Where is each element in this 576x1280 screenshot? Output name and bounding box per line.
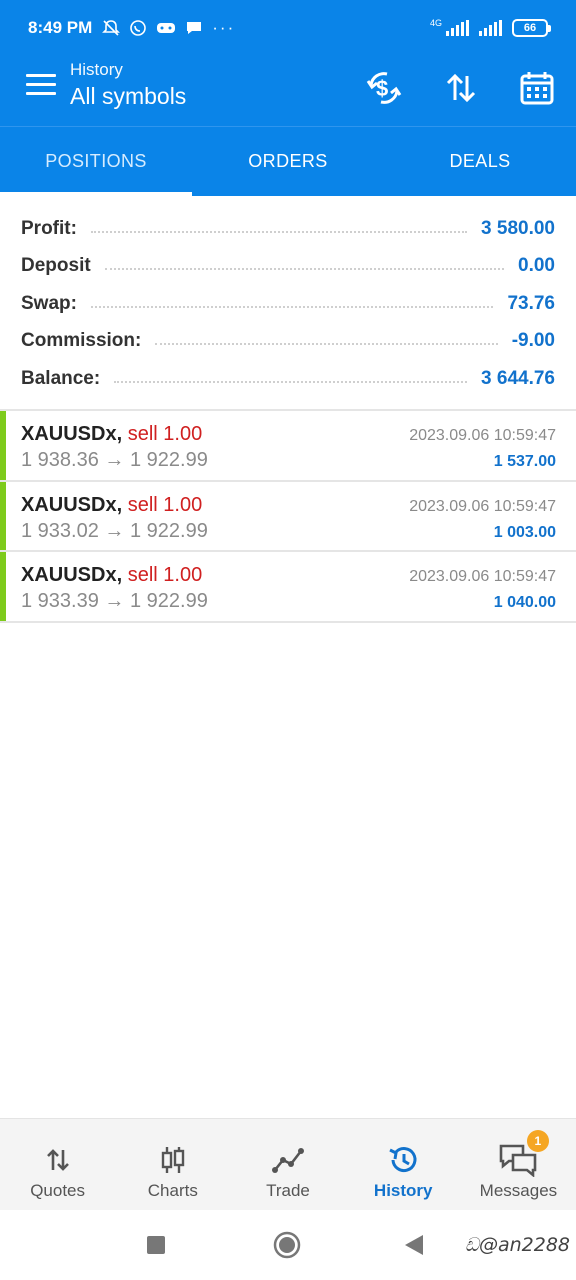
app-bar: History All symbols $ [0,56,576,126]
summary-value: -9.00 [511,330,555,352]
home-icon[interactable] [273,1231,301,1259]
list-item[interactable]: XAUUSDx, sell 1.00 1 938.36 → 1 922.99 2… [0,411,576,482]
tab-deals[interactable]: DEALS [384,127,576,196]
signal-icon [446,20,469,36]
recent-apps-icon[interactable] [146,1235,166,1255]
svg-text:$: $ [376,76,388,101]
list-item[interactable]: XAUUSDx, sell 1.00 1 933.02 → 1 922.99 2… [0,481,576,552]
summary-row-balance: Balance: 3 644.76 [21,360,555,398]
charts-icon [159,1143,187,1177]
summary-label: Profit: [21,217,77,239]
nav-quotes[interactable]: Quotes [0,1119,115,1210]
status-right: 4G 66 [429,18,551,38]
currency-exchange-icon[interactable]: $ [364,68,404,108]
nav-label: Messages [479,1181,558,1200]
nav-label: Quotes [30,1181,85,1200]
deal-title: XAUUSDx, sell 1.00 [21,564,202,587]
calendar-icon[interactable] [517,68,557,108]
more-icon: ··· [212,18,236,37]
deal-prices: 1 933.02 → 1 922.99 [21,519,208,542]
summary-value: 3 644.76 [481,367,555,389]
deal-list: XAUUSDx, sell 1.00 1 938.36 → 1 922.99 2… [0,409,576,623]
deal-time: 2023.09.06 10:59:47 [409,497,556,515]
unread-badge: 1 [526,1130,549,1152]
status-bar: 8:49 PM ··· 4G 66 [0,0,576,56]
leader-dots [155,343,498,346]
leader-dots [114,380,468,383]
deal-time: 2023.09.06 10:59:47 [409,568,556,585]
deal-symbol: XAUUSDx, [21,423,123,445]
deal-title: XAUUSDx, sell 1.00 [21,494,202,517]
summary-row-commission: Commission: -9.00 [21,323,555,361]
deal-title: XAUUSDx, sell 1.00 [21,423,202,446]
sort-icon[interactable] [441,68,481,108]
summary-value: 0.00 [518,255,555,277]
tab-orders[interactable]: ORDERS [192,127,384,196]
whatsapp-icon [130,20,147,36]
trade-icon [272,1143,304,1177]
nav-label: Charts [147,1181,198,1200]
nav-charts[interactable]: Charts [115,1119,230,1210]
game-icon [157,23,176,33]
page-title[interactable]: All symbols [70,83,186,110]
leader-dots [90,305,494,308]
deal-prices: 1 938.36 → 1 922.99 [21,449,208,471]
nav-history[interactable]: History [346,1119,461,1210]
summary-value: 3 580.00 [481,217,555,239]
system-nav-bar: ඩ@an2288 [0,1210,576,1280]
chat-icon [187,22,202,34]
deal-side: sell 1.00 [127,493,203,516]
summary-label: Swap: [21,292,77,314]
deal-symbol: XAUUSDx, [21,493,123,516]
bottom-nav: Quotes Charts Trade History 1 Messages [0,1118,576,1210]
signal-icon-2 [479,20,502,36]
leader-dots [104,268,505,271]
status-notification-icons: ··· [102,18,235,38]
summary-row-profit: Profit: 3 580.00 [21,210,555,248]
summary-label: Deposit [21,255,91,277]
deal-time: 2023.09.06 10:59:47 [409,427,556,444]
deal-side: sell 1.00 [127,423,203,445]
nav-trade[interactable]: Trade [230,1119,345,1210]
page-subtitle: History [70,60,123,79]
summary-row-deposit: Deposit 0.00 [21,248,555,286]
summary-label: Commission: [21,330,142,352]
screen: 8:49 PM ··· 4G 66 History All symbols $ [0,0,576,1280]
network-type: 4G [429,18,442,28]
summary-row-swap: Swap: 73.76 [21,285,555,323]
quotes-icon [44,1143,72,1177]
list-item[interactable]: XAUUSDx, sell 1.00 1 933.39 → 1 922.99 2… [0,552,576,623]
deal-prices: 1 933.39 → 1 922.99 [21,590,208,612]
deal-symbol: XAUUSDx, [21,564,123,586]
tab-bar: POSITIONS ORDERS DEALS [0,126,576,196]
summary-label: Balance: [21,367,101,389]
nav-label: History [373,1181,433,1200]
summary-value: 73.76 [507,292,555,314]
status-time: 8:49 PM [28,18,93,37]
deal-profit: 1 003.00 [493,523,556,541]
deal-side: sell 1.00 [127,564,203,586]
nav-messages[interactable]: 1 Messages [461,1119,576,1210]
deal-profit: 1 040.00 [493,594,556,611]
deal-profit: 1 537.00 [493,453,556,470]
mute-bell-icon [102,20,121,36]
summary-block: Profit: 3 580.00 Deposit 0.00 Swap: 73.7… [0,210,576,398]
back-icon[interactable] [404,1234,424,1256]
battery-icon: 66 [512,19,551,37]
app-bar-titles: History All symbols [70,60,186,110]
tab-positions[interactable]: POSITIONS [0,127,192,196]
nav-label: Trade [266,1181,310,1200]
menu-icon[interactable] [26,74,56,102]
leader-dots [90,230,468,233]
watermark-text: ඩ@an2288 [464,1234,570,1256]
history-icon [387,1143,419,1177]
